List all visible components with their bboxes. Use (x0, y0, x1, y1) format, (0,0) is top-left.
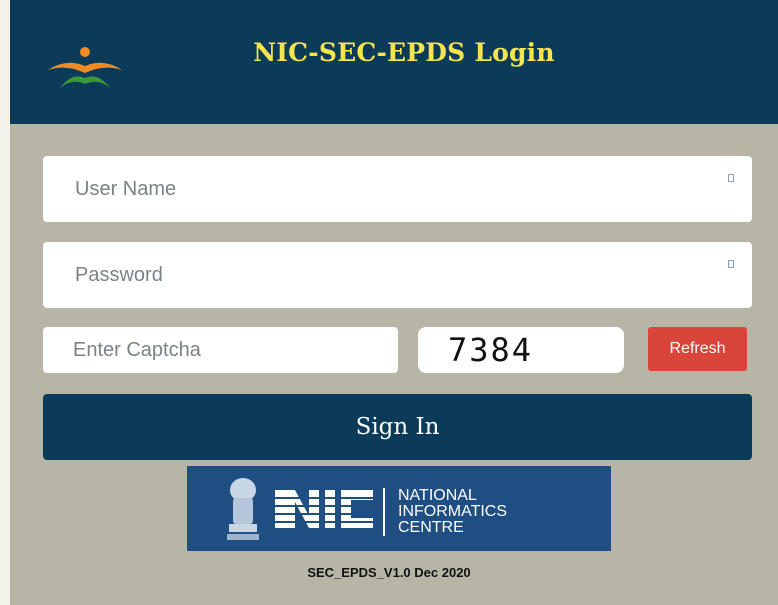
nic-logo-mark (275, 490, 375, 528)
login-header: NIC-SEC-EPDS Login (10, 0, 778, 124)
username-input[interactable]: User Name (43, 156, 752, 222)
page-title: NIC-SEC-EPDS Login (253, 38, 555, 67)
nic-line-3: CENTRE (398, 519, 464, 536)
captcha-placeholder: Enter Captcha (73, 338, 201, 361)
captcha-input[interactable]: Enter Captcha (43, 327, 398, 373)
password-input[interactable]: Password (43, 242, 752, 308)
nic-name: NATIONAL INFORMATICS CENTRE (398, 488, 507, 536)
sign-in-button[interactable]: Sign In (43, 394, 752, 460)
username-placeholder: User Name (75, 177, 177, 200)
captcha-code: 7384 (448, 331, 534, 369)
national-emblem-icon (227, 478, 259, 540)
password-placeholder: Password (75, 263, 163, 286)
refresh-captcha-button[interactable]: Refresh (648, 327, 747, 371)
nic-line-2: INFORMATICS (398, 503, 508, 520)
login-card: NIC-SEC-EPDS Login User Name Password En… (10, 0, 778, 605)
version-text: SEC_EPDS_V1.0 Dec 2020 (307, 565, 471, 580)
autofill-icon (728, 260, 734, 268)
nic-logo-banner: NATIONAL INFORMATICS CENTRE (187, 466, 611, 551)
autofill-icon (728, 174, 734, 182)
nic-divider (383, 488, 385, 536)
nic-line-1: NATIONAL (398, 487, 477, 504)
captcha-image: 7384 (418, 327, 624, 373)
